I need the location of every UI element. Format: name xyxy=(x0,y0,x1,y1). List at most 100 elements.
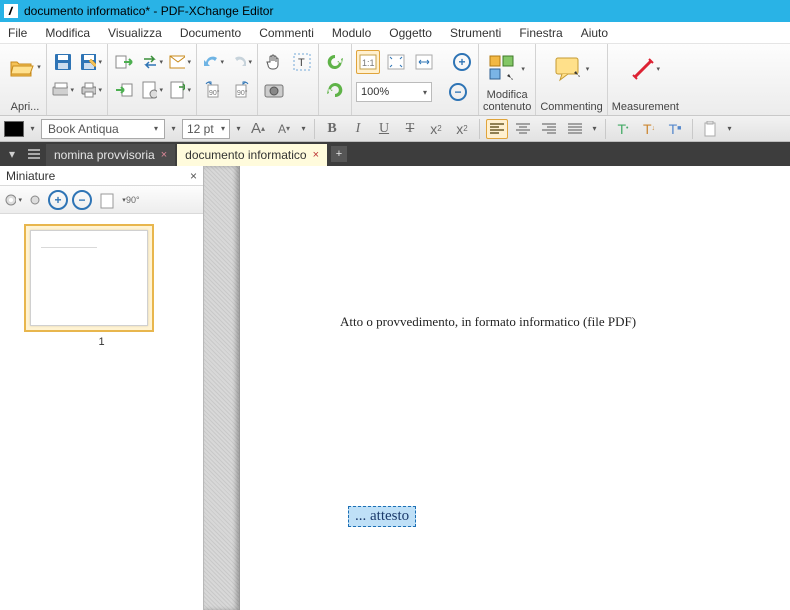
align-center-icon xyxy=(516,123,530,135)
rotate-cw-icon: 90° xyxy=(232,81,250,99)
canvas: Atto o provvedimento, in formato informa… xyxy=(204,166,790,610)
font-extra-dropdown[interactable]: ▾ xyxy=(299,121,308,137)
refresh-alt-button[interactable] xyxy=(323,78,347,102)
thumbnails-zoom-in-button[interactable]: + xyxy=(48,190,68,210)
hand-icon xyxy=(264,52,284,72)
clipboard-icon xyxy=(704,121,716,137)
list-lines-icon xyxy=(28,148,40,160)
add-tab-button[interactable]: + xyxy=(331,146,347,162)
strike-button[interactable]: T xyxy=(399,119,421,139)
export-button[interactable] xyxy=(112,50,136,74)
thumbnails-options2-button[interactable] xyxy=(26,191,44,209)
tabs-menu-button[interactable]: ▾ xyxy=(2,145,22,163)
grow-font-button[interactable]: A▴ xyxy=(247,119,269,139)
fill-color-swatch[interactable] xyxy=(4,121,24,137)
tabs-list-button[interactable] xyxy=(24,145,44,163)
thumbnails-close-button[interactable]: × xyxy=(190,169,197,183)
menu-edit[interactable]: Modifica xyxy=(45,26,90,40)
separator xyxy=(314,119,315,139)
align-justify-button[interactable] xyxy=(564,119,586,139)
zoom-actual-button[interactable]: 1:1 xyxy=(356,50,380,74)
text-tool-1[interactable]: T• xyxy=(612,119,634,139)
modify-content-button[interactable] xyxy=(485,50,529,88)
doc-options-button[interactable] xyxy=(140,78,164,102)
scan-button[interactable] xyxy=(51,78,75,102)
thumbnails-options-button[interactable] xyxy=(4,191,22,209)
menu-view[interactable]: Visualizza xyxy=(108,26,162,40)
measurement-button[interactable] xyxy=(623,50,667,88)
zoom-fit-button[interactable] xyxy=(384,50,408,74)
menu-object[interactable]: Oggetto xyxy=(389,26,432,40)
zoom-in-button[interactable]: + xyxy=(450,50,474,74)
document-page[interactable]: Atto o provvedimento, in formato informa… xyxy=(240,166,790,610)
select-text-button[interactable]: T xyxy=(290,50,314,74)
thumbnail-page-1[interactable] xyxy=(24,224,154,332)
thumbnail-preview xyxy=(30,230,148,326)
menubar: File Modifica Visualizza Documento Comme… xyxy=(0,22,790,44)
attesto-text-box[interactable]: ... attesto xyxy=(348,506,416,527)
shrink-font-button[interactable]: A▾ xyxy=(273,119,295,139)
refresh-button[interactable] xyxy=(323,50,347,74)
undo-button[interactable] xyxy=(201,50,225,74)
redo-button[interactable] xyxy=(229,50,253,74)
save-button[interactable] xyxy=(51,50,75,74)
tab-close-button[interactable]: × xyxy=(313,150,319,161)
menu-document[interactable]: Documento xyxy=(180,26,241,40)
doc-share-button[interactable] xyxy=(168,78,192,102)
align-left-button[interactable] xyxy=(486,119,508,139)
tab-documento-informatico[interactable]: documento informatico × xyxy=(177,144,327,166)
minus-circle-icon: − xyxy=(449,83,467,101)
save-as-button[interactable] xyxy=(79,50,103,74)
group-commenting: Commenting xyxy=(536,44,607,115)
align-center-button[interactable] xyxy=(512,119,534,139)
italic-button[interactable]: I xyxy=(347,119,369,139)
tab-nomina-provvisoria[interactable]: nomina provvisoria × xyxy=(46,144,175,166)
hand-tool-button[interactable] xyxy=(262,50,286,74)
font-size-select[interactable]: 12 pt xyxy=(182,119,230,139)
underline-button[interactable]: U xyxy=(373,119,395,139)
text-tool-3[interactable]: T■ xyxy=(664,119,686,139)
menu-module[interactable]: Modulo xyxy=(332,26,371,40)
bold-button[interactable]: B xyxy=(321,119,343,139)
zoom-out-button[interactable]: − xyxy=(446,80,470,104)
align-dropdown[interactable]: ▾ xyxy=(590,121,599,137)
clipboard-dropdown[interactable]: ▾ xyxy=(725,121,734,137)
size-dropdown[interactable]: ▾ xyxy=(234,121,243,137)
clipboard-button[interactable] xyxy=(699,119,721,139)
rotate-ccw-button[interactable]: 90° xyxy=(201,78,225,102)
zoom-select[interactable]: 100% xyxy=(356,82,432,102)
floppy-icon xyxy=(54,53,72,71)
thumbnails-toolbar: + − 90° xyxy=(0,186,203,214)
menu-tools[interactable]: Strumenti xyxy=(450,26,501,40)
commenting-button[interactable] xyxy=(550,50,594,88)
font-dropdown[interactable]: ▾ xyxy=(169,121,178,137)
camera-icon xyxy=(264,82,284,98)
thumbnails-rotate-button[interactable] xyxy=(96,189,128,211)
zoom-width-button[interactable] xyxy=(412,50,436,74)
menu-help[interactable]: Aiuto xyxy=(581,26,608,40)
subscript-button[interactable]: x2 xyxy=(425,119,447,139)
menu-file[interactable]: File xyxy=(8,26,27,40)
superscript-button[interactable]: x2 xyxy=(451,119,473,139)
refresh-alt-icon xyxy=(325,80,345,100)
open-button[interactable] xyxy=(8,50,42,84)
email-button[interactable] xyxy=(168,50,192,74)
font-select[interactable]: Book Antiqua xyxy=(41,119,165,139)
menu-comments[interactable]: Commenti xyxy=(259,26,314,40)
align-right-button[interactable] xyxy=(538,119,560,139)
rotate-cw-button[interactable]: 90° xyxy=(229,78,253,102)
convert-button[interactable] xyxy=(140,50,164,74)
thumbnails-body: 1 xyxy=(0,214,203,610)
group-export xyxy=(108,44,197,115)
menu-window[interactable]: Finestra xyxy=(519,26,562,40)
text-tool-2[interactable]: T↓ xyxy=(638,119,660,139)
tab-close-button[interactable]: × xyxy=(161,150,167,161)
import-button[interactable] xyxy=(112,78,136,102)
measure-icon xyxy=(631,57,655,81)
snapshot-button[interactable] xyxy=(262,78,286,102)
thumbnail-page-number: 1 xyxy=(24,336,179,348)
thumbnails-zoom-out-button[interactable]: − xyxy=(72,190,92,210)
separator xyxy=(479,119,480,139)
fill-color-dropdown[interactable]: ▾ xyxy=(28,121,37,137)
print-button[interactable] xyxy=(79,78,103,102)
